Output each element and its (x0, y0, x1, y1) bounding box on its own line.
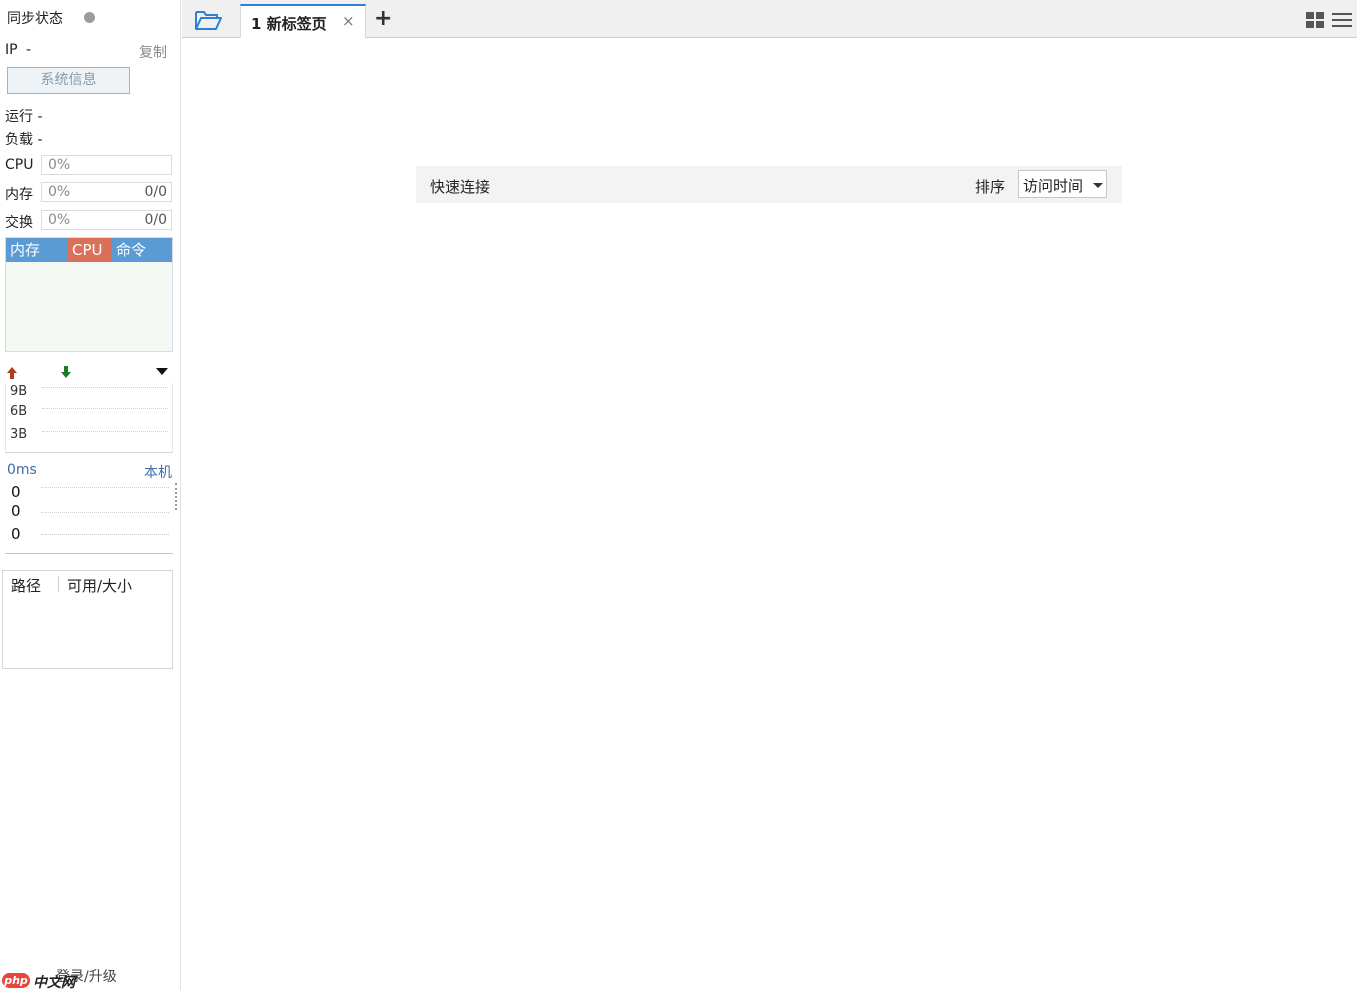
watermark: php 中文网 (2, 972, 82, 990)
tab-new-tab[interactable]: 1 新标签页 × (240, 4, 366, 38)
resize-handle[interactable] (175, 483, 178, 510)
tab-bar: 1 新标签页 × + (182, 0, 1357, 38)
network-tick-label: 3B (10, 427, 28, 442)
quick-connect-title: 快速连接 (430, 178, 491, 196)
ping-value: 0 (11, 502, 21, 520)
disk-column-available[interactable]: 可用/大小 (67, 575, 132, 596)
sort-label: 排序 (975, 178, 1006, 196)
swap-meter-percent: 0% (48, 212, 71, 228)
memory-meter-ratio: 0/0 (144, 184, 167, 200)
disk-table: 路径 可用/大小 (2, 570, 173, 669)
sort-select-value: 访问时间 (1023, 177, 1084, 195)
process-column-command[interactable]: 命令 (112, 238, 172, 262)
ping-value: 0 (11, 525, 21, 543)
process-table: 内存 CPU 命令 (5, 237, 173, 352)
swap-meter-label: 交换 (5, 215, 33, 231)
sidebar: 同步状态 IP - 复制 系统信息 运行 - 负载 - CPU 0% 内存 0%… (0, 0, 181, 990)
ping-graph: 0ms 本机 0 0 0 (5, 460, 173, 554)
disk-column-path[interactable]: 路径 (11, 575, 41, 596)
tab-title: 1 新标签页 (251, 15, 327, 33)
watermark-pill: php (2, 973, 30, 988)
memory-meter-percent: 0% (48, 184, 71, 200)
hamburger-menu-icon[interactable] (1332, 12, 1352, 28)
folder-open-icon[interactable] (194, 8, 222, 32)
copy-ip-button[interactable]: 复制 (139, 42, 167, 62)
sync-status-label: 同步状态 (7, 11, 63, 27)
load-label: 负载 - (5, 132, 43, 148)
grid-line (42, 387, 168, 388)
grid-line (41, 487, 169, 488)
column-divider (58, 576, 59, 592)
add-tab-button[interactable]: + (374, 7, 392, 31)
quick-connect-bar: 快速连接 排序 访问时间 (416, 166, 1122, 203)
process-column-cpu[interactable]: CPU (68, 238, 112, 262)
cpu-meter-percent: 0% (48, 157, 71, 173)
process-table-header: 内存 CPU 命令 (6, 238, 172, 262)
main-content: 快速连接 排序 访问时间 (182, 39, 1357, 990)
cpu-meter-label: CPU (5, 157, 34, 173)
process-column-memory[interactable]: 内存 (6, 238, 68, 262)
system-info-button[interactable]: 系统信息 (7, 67, 130, 94)
ping-value: 0 (11, 483, 21, 501)
cpu-meter: 0% (41, 155, 172, 175)
sort-select[interactable]: 访问时间 (1018, 170, 1107, 198)
ping-latency: 0ms (7, 462, 37, 478)
grid-line (41, 534, 169, 535)
memory-meter: 0% 0/0 (41, 182, 172, 202)
chevron-down-icon (1093, 183, 1103, 188)
close-icon[interactable]: × (342, 12, 355, 30)
sync-status-dot (84, 12, 95, 23)
watermark-text: 中文网 (33, 975, 75, 990)
memory-meter-label: 内存 (5, 187, 33, 203)
grid-line (41, 512, 169, 513)
arrow-up-icon (7, 367, 17, 379)
ping-host-selector[interactable]: 本机 (144, 462, 172, 482)
swap-meter: 0% 0/0 (41, 210, 172, 230)
grid-icon[interactable] (1306, 12, 1324, 28)
arrow-down-icon (61, 366, 71, 378)
uptime-label: 运行 - (5, 109, 43, 125)
network-interface-dropdown[interactable] (156, 368, 168, 375)
swap-meter-ratio: 0/0 (144, 212, 167, 228)
grid-line (42, 408, 168, 409)
grid-line (42, 431, 168, 432)
ip-value: - (26, 42, 32, 58)
network-graph: 9B 6B 3B (5, 383, 173, 453)
ip-label: IP (5, 42, 18, 58)
network-tick-label: 9B (10, 384, 28, 399)
network-tick-label: 6B (10, 404, 28, 419)
